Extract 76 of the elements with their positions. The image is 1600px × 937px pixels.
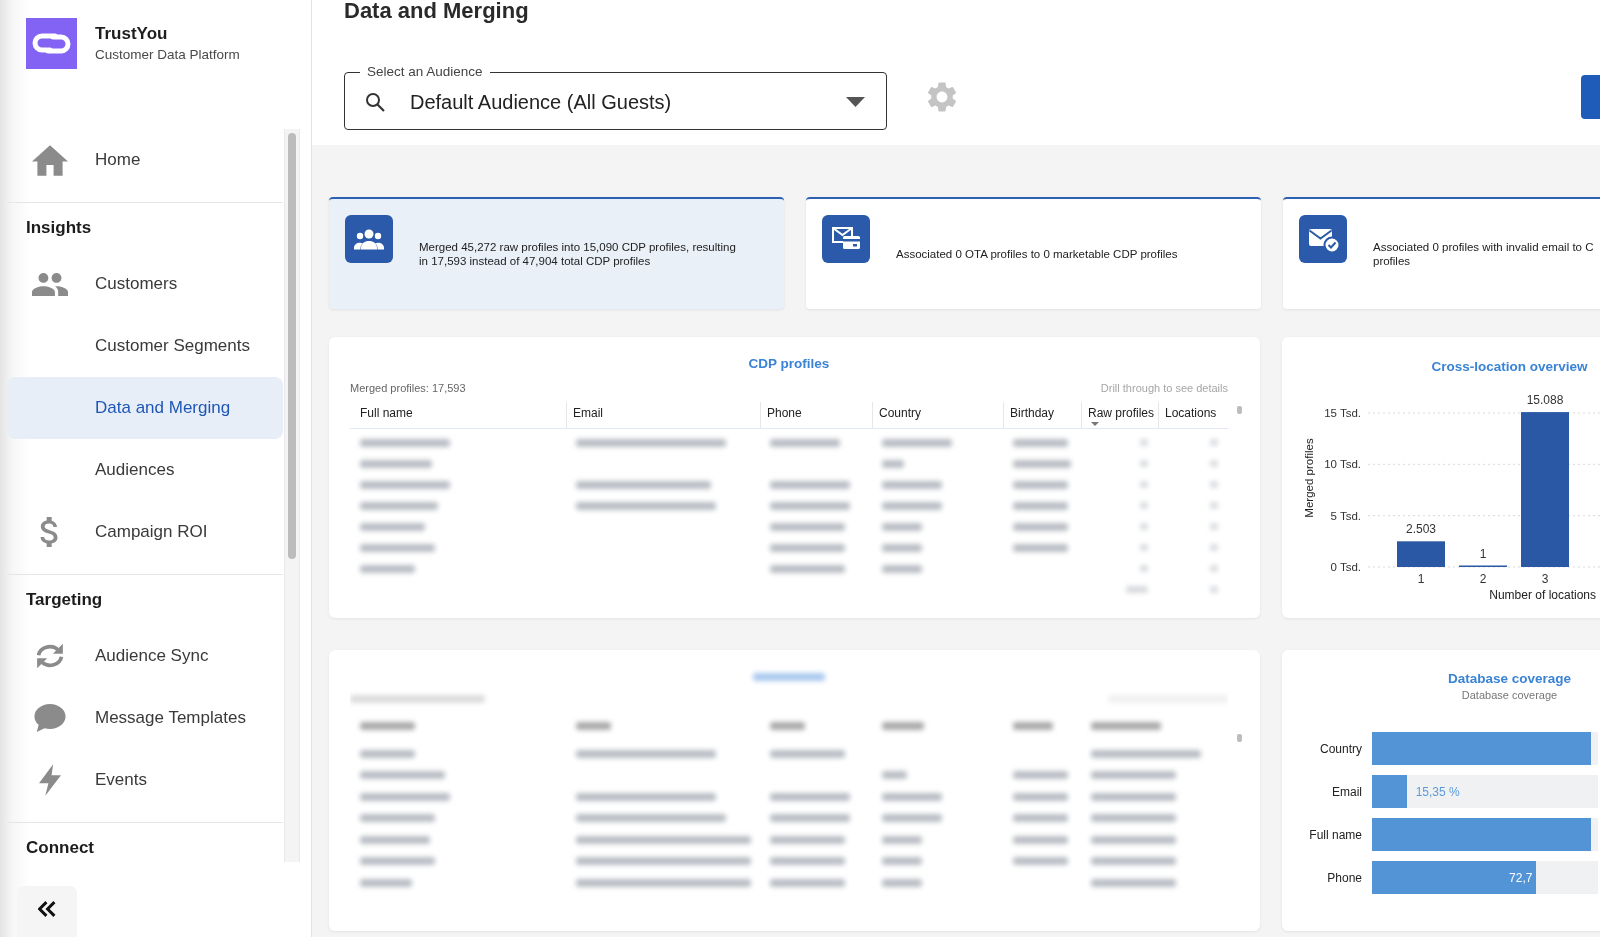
stat-description: Merged 45,272 raw profiles into 15,090 CDP profiles, resulting in 17,593 instead of 47,904 total CDP profiles <box>419 240 736 268</box>
dropdown-caret-icon <box>846 96 865 107</box>
y-tick-label: 15 Tsd. <box>1324 407 1361 419</box>
section-heading: Targeting <box>25 589 104 612</box>
section-heading: Insights <box>25 217 93 240</box>
stat-description: Associated 0 OTA profiles to 0 marketable CDP profiles <box>896 247 1178 261</box>
nav-item[interactable]: Customer Segments <box>7 315 283 377</box>
action-button[interactable] <box>1581 75 1600 119</box>
y-tick-label: 5 Tsd. <box>1330 509 1361 522</box>
column-header[interactable]: Country <box>872 402 1003 428</box>
nav-item[interactable]: Audience Sync <box>7 625 283 687</box>
stat-card[interactable]: Associated 0 OTA profiles to 0 marketable CDP profiles <box>806 197 1261 309</box>
nav-item[interactable]: Audiences <box>7 439 283 501</box>
x-tick-label: 2 <box>1479 572 1487 586</box>
coverage-label: Email <box>1331 783 1362 801</box>
scroll-handle[interactable] <box>1237 734 1242 742</box>
column-header[interactable]: Birthday <box>1003 402 1081 428</box>
section-heading: Connect <box>25 837 95 860</box>
coverage-reading: 15,35 % <box>1415 783 1460 801</box>
collapse-button[interactable] <box>17 886 77 937</box>
y-tick-label: 10 Tsd. <box>1324 458 1361 471</box>
nav-item[interactable]: Home <box>7 129 283 191</box>
coverage-label: Country <box>1318 740 1362 758</box>
bar-value-label: 15.088 <box>1526 393 1564 408</box>
scrollbar-thumb[interactable] <box>288 133 296 559</box>
people-group-icon <box>345 215 393 263</box>
profile-count: Merged profiles: 17,593 <box>350 381 466 395</box>
bar-value-label: 1 <box>1479 546 1487 561</box>
column-header[interactable]: Locations <box>1158 402 1228 428</box>
nav-item[interactable]: Data and Merging <box>7 377 283 439</box>
settings-icon[interactable] <box>927 82 957 112</box>
y-tick-label: 0 Tsd. <box>1330 561 1361 573</box>
scroll-handle[interactable] <box>1237 406 1242 414</box>
home-icon <box>32 144 68 176</box>
nav-item[interactable]: Events <box>7 749 283 811</box>
y-axis-title: Merged profiles <box>1303 438 1315 518</box>
nav-item[interactable]: Message Templates <box>7 687 283 749</box>
brand-name: TrustYou <box>95 24 169 44</box>
bar-value-label: 2.503 <box>1406 522 1436 537</box>
x-tick-label: 3 <box>1541 572 1549 586</box>
chart-title: Database coverage <box>1446 670 1573 688</box>
lightning-icon <box>39 764 61 796</box>
column-header[interactable]: Phone <box>760 402 872 428</box>
chat-bubble-icon <box>34 704 66 732</box>
scrollbar[interactable] <box>284 129 300 862</box>
brand-tagline: Customer Data Platform <box>95 47 240 63</box>
envelope-card-icon <box>822 215 870 263</box>
coverage-reading: 72,7 <box>1509 869 1533 887</box>
chart-title: Cross-location overview <box>1430 358 1589 376</box>
chart-subtitle: Database coverage <box>1460 688 1559 702</box>
coverage-label: Full name <box>1308 826 1362 844</box>
page-title: Data and Merging <box>344 0 530 22</box>
sort-caret-icon <box>1091 422 1099 426</box>
search-icon <box>365 91 385 112</box>
column-header[interactable]: Full name <box>350 402 566 428</box>
link-logo-icon <box>26 18 77 69</box>
double-chevron-left-icon <box>38 900 56 917</box>
nav-item[interactable]: Customers <box>7 253 283 315</box>
sync-icon <box>35 643 65 669</box>
column-header[interactable]: Raw profiles <box>1081 402 1158 428</box>
people-icon <box>32 271 68 297</box>
coverage-label: Phone <box>1326 869 1362 887</box>
x-tick-label: 1 <box>1417 572 1425 586</box>
nav-item[interactable]: Campaign ROI <box>7 501 283 563</box>
floating-label: Select an Audience <box>366 64 484 80</box>
x-axis-title: Number of locations <box>1489 588 1596 602</box>
column-header[interactable]: Email <box>566 402 760 428</box>
stat-card[interactable]: Merged 45,272 raw profiles into 15,090 CDP profiles, resulting in 17,593 instead of 47,904 total CDP profiles <box>329 197 784 309</box>
envelope-check-icon <box>1299 215 1347 263</box>
audience-select[interactable]: Select an Audience Default Audience (All Guests) <box>344 64 887 130</box>
dollar-icon <box>40 517 60 547</box>
chart-bar <box>1397 541 1445 567</box>
stat-card[interactable]: Associated 0 profiles with invalid email to C profiles <box>1283 197 1600 309</box>
drill-hint: Drill through to see details <box>1100 381 1228 395</box>
card-title: CDP profiles <box>747 355 831 373</box>
stat-description: Associated 0 profiles with invalid email to C profiles <box>1373 240 1594 268</box>
